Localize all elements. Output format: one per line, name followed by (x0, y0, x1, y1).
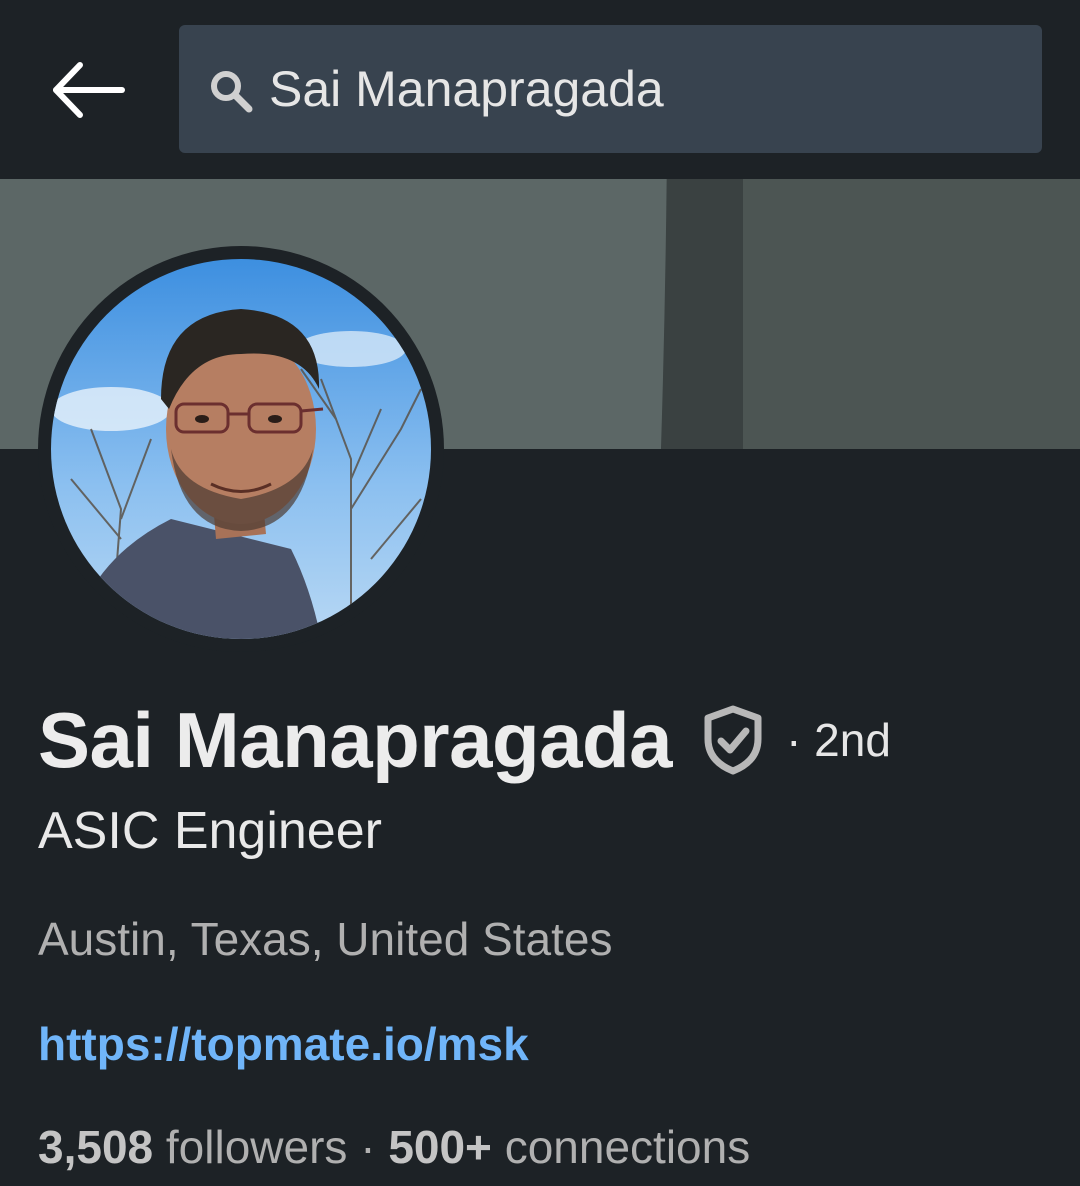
profile-page: Sai Manapragada · 2nd ASIC Engineer Aust… (0, 0, 1080, 1186)
avatar-photo (51, 259, 431, 639)
search-input[interactable] (269, 53, 1009, 125)
profile-name: Sai Manapragada (38, 696, 673, 784)
connections-count[interactable]: 500+ (388, 1121, 492, 1173)
followers-count[interactable]: 3,508 (38, 1121, 153, 1173)
followers-label: followers (165, 1121, 348, 1173)
verified-shield-icon[interactable] (702, 705, 764, 775)
back-button[interactable] (48, 55, 128, 125)
profile-avatar[interactable] (38, 246, 444, 652)
website-link[interactable]: https://topmate.io/msk (38, 1015, 529, 1073)
stats-separator: · (360, 1121, 376, 1173)
profile-location: Austin, Texas, United States (38, 913, 613, 965)
profile-stats: 3,508 followers · 500+ connections (38, 1118, 750, 1176)
name-row: Sai Manapragada · 2nd (38, 690, 891, 790)
back-arrow-icon (53, 62, 125, 118)
connection-degree: · 2nd (786, 714, 891, 766)
connections-label: connections (504, 1121, 751, 1173)
avatar-photo-illustration (51, 259, 431, 639)
search-box[interactable] (179, 25, 1042, 153)
profile-headline: ASIC Engineer (38, 802, 382, 860)
cover-right-panel (743, 179, 1080, 449)
top-search-bar (0, 0, 1080, 179)
cover-arc (600, 179, 667, 449)
search-icon (211, 71, 253, 113)
